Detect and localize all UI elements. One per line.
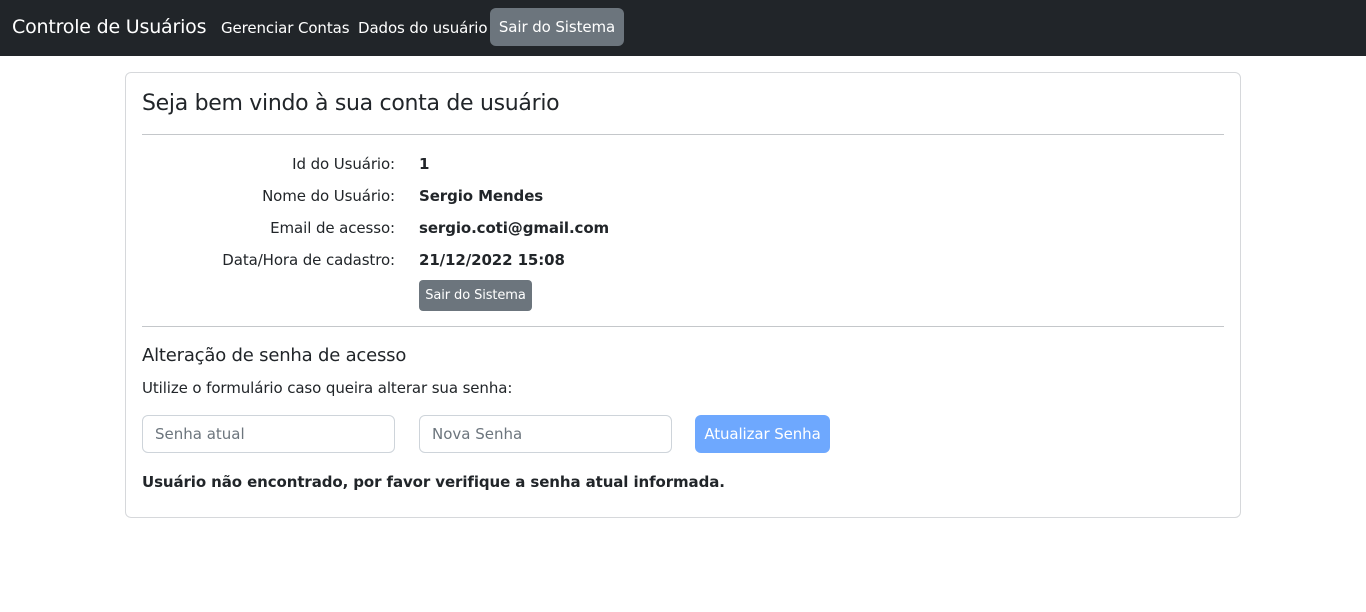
navbar-brand[interactable]: Controle de Usuários	[12, 16, 207, 38]
password-section-title: Alteração de senha de acesso	[142, 345, 407, 366]
update-password-button[interactable]: Atualizar Senha	[695, 415, 830, 453]
user-email-value: sergio.coti@gmail.com	[419, 219, 610, 237]
navbar-logout-button[interactable]: Sair do Sistema	[490, 8, 624, 46]
new-password-input[interactable]	[419, 415, 672, 453]
password-section-subtitle: Utilize o formulário caso queira alterar…	[142, 379, 513, 397]
error-message: Usuário não encontrado, por favor verifi…	[142, 473, 725, 491]
user-account-card: Seja bem vindo à sua conta de usuário Id…	[125, 72, 1241, 518]
nav-link-user-data[interactable]: Dados do usuário	[358, 19, 488, 37]
user-name-label: Nome do Usuário:	[262, 187, 395, 205]
current-password-input[interactable]	[142, 415, 395, 453]
user-name-value: Sergio Mendes	[419, 187, 544, 205]
logout-button[interactable]: Sair do Sistema	[419, 280, 532, 311]
top-navbar: Controle de Usuários Gerenciar Contas Da…	[0, 0, 1366, 56]
divider	[142, 326, 1224, 327]
user-email-label: Email de acesso:	[270, 219, 395, 237]
registration-date-value: 21/12/2022 15:08	[419, 251, 565, 269]
divider	[142, 134, 1224, 135]
user-id-value: 1	[419, 155, 430, 173]
user-id-label: Id do Usuário:	[292, 155, 395, 173]
registration-date-label: Data/Hora de cadastro:	[222, 251, 395, 269]
nav-link-manage-accounts[interactable]: Gerenciar Contas	[221, 19, 350, 37]
page-title: Seja bem vindo à sua conta de usuário	[142, 91, 560, 116]
